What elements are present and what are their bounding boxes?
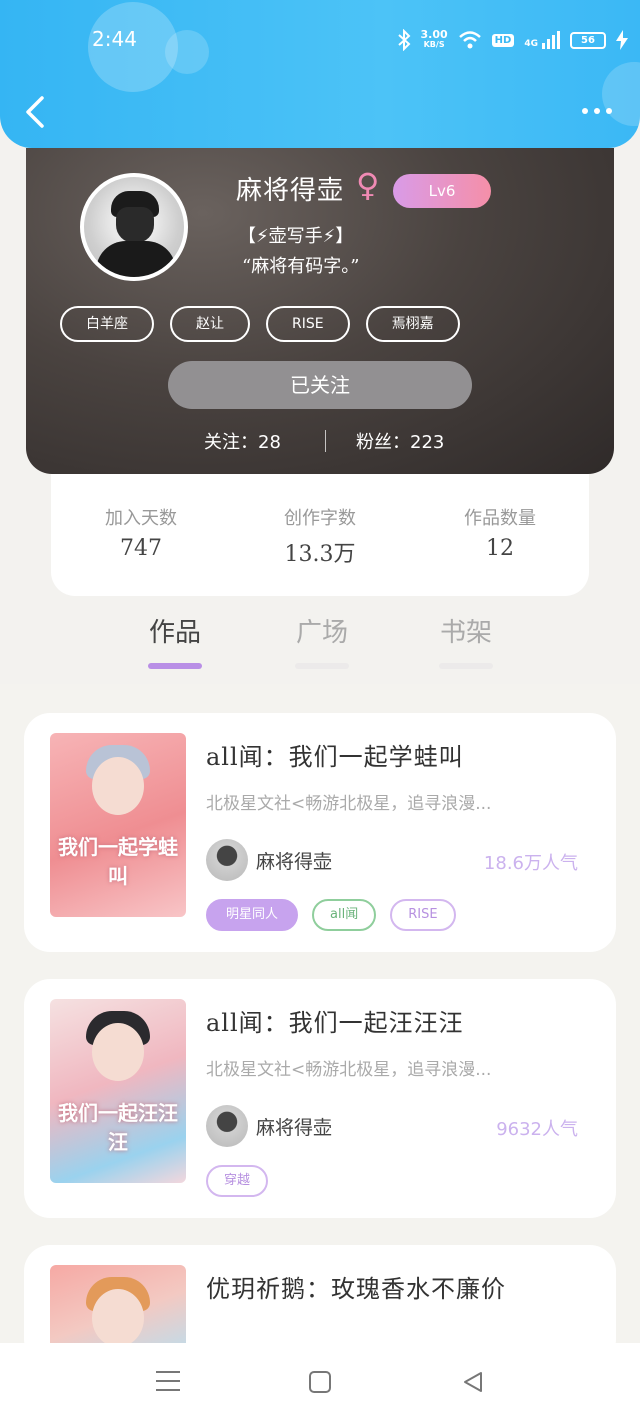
- menu-line: [156, 1389, 180, 1391]
- decor-bubble: [165, 30, 209, 74]
- cover-title: 我们一起汪汪汪: [58, 1101, 178, 1154]
- more-dot: [606, 108, 612, 114]
- profile-tag[interactable]: RISE: [266, 306, 350, 342]
- author-avatar: [206, 1105, 248, 1147]
- top-header: 2:44 3.00 KB/S HD 4G 56: [0, 0, 640, 148]
- signal-bar: [547, 39, 550, 49]
- work-title[interactable]: all闻：我们一起学蛙叫: [206, 737, 464, 772]
- divider: [325, 430, 326, 452]
- work-card[interactable]: 我们一起学蛙叫 all闻：我们一起学蛙叫 北极星文社<畅游北极星，追寻浪漫...…: [24, 713, 616, 952]
- more-options-button[interactable]: [582, 108, 612, 114]
- speed-value: 3.00: [420, 28, 448, 41]
- popularity-count: 9632人气: [496, 1119, 578, 1140]
- following-count[interactable]: 关注：28: [204, 428, 281, 454]
- writer-title-tag: 【⚡壶写手⚡】: [238, 226, 354, 247]
- profile-tag[interactable]: 焉栩嘉: [365, 306, 460, 342]
- work-author[interactable]: 麻将得壶: [206, 839, 332, 881]
- work-description: 北极星文社<畅游北极星，追寻浪漫...: [206, 794, 492, 814]
- work-description: 北极星文社<畅游北极星，追寻浪漫...: [206, 1060, 492, 1080]
- signal-bar: [542, 43, 545, 49]
- menu-line: [156, 1380, 180, 1382]
- work-cover[interactable]: 我们一起学蛙叫: [50, 733, 186, 917]
- speed-unit: KB/S: [423, 40, 445, 49]
- follow-button[interactable]: 已关注: [168, 361, 472, 409]
- network-type: 4G: [524, 39, 538, 49]
- tab-works[interactable]: 作品: [115, 612, 235, 669]
- tab-indicator: [148, 663, 202, 669]
- signal-bar: [552, 35, 555, 49]
- cover-title: 我们一起学蛙叫: [58, 835, 178, 888]
- stat-value: 13.3万: [284, 542, 356, 567]
- cover-art: [92, 1289, 144, 1347]
- username: 麻将得壶: [236, 176, 345, 206]
- avatar-face: [116, 207, 154, 243]
- bluetooth-icon: [397, 29, 410, 51]
- stat-label: 加入天数: [105, 508, 177, 529]
- work-tag[interactable]: 穿越: [206, 1165, 269, 1197]
- work-cover[interactable]: 我们一起汪汪汪: [50, 999, 186, 1183]
- wifi-icon: [458, 31, 481, 49]
- popularity-count: 18.6万人气: [483, 853, 578, 874]
- work-tag[interactable]: 明星同人: [206, 899, 299, 931]
- cover-art: [92, 757, 144, 815]
- tab-label: 作品: [148, 618, 201, 648]
- decor-bubble: [602, 62, 640, 126]
- author-avatar: [206, 839, 248, 881]
- battery-indicator: 56: [570, 31, 606, 49]
- system-navigation-bar: [0, 1343, 640, 1422]
- work-tags: 明星同人 all闻 RISE: [206, 899, 456, 931]
- author-name: 麻将得壶: [256, 1116, 333, 1139]
- work-title[interactable]: all闻：我们一起汪汪汪: [206, 1003, 464, 1038]
- status-icons: 3.00 KB/S HD 4G 56: [397, 25, 628, 55]
- back-triangle-icon[interactable]: [462, 1371, 484, 1393]
- signal-bar: [557, 31, 560, 49]
- menu-icon[interactable]: [156, 1371, 180, 1393]
- author-name: 麻将得壶: [256, 850, 333, 873]
- back-chevron-icon[interactable]: [22, 94, 52, 130]
- avatar-body: [96, 241, 176, 277]
- profile-tag[interactable]: 白羊座: [60, 306, 154, 342]
- work-author[interactable]: 麻将得壶: [206, 1105, 332, 1147]
- stat-word-count: 创作字数 13.3万: [230, 504, 410, 568]
- work-tags: 穿越: [206, 1165, 269, 1197]
- work-title[interactable]: 优玥祈鹅：玫瑰香水不廉价: [206, 1269, 506, 1304]
- profile-card: 麻将得壶 ♀ Lv6 【⚡壶写手⚡】 “麻将有码字。” 白羊座 赵让 RISE …: [26, 148, 614, 474]
- user-avatar[interactable]: [80, 173, 188, 281]
- work-tag[interactable]: all闻: [312, 899, 377, 931]
- status-time: 2:44: [92, 27, 137, 51]
- stat-works-count: 作品数量 12: [410, 504, 590, 561]
- stat-label: 创作字数: [284, 508, 356, 529]
- level-badge: Lv6: [393, 174, 491, 208]
- cellular-signal: 4G: [524, 31, 560, 49]
- user-signature: “麻将有码字。”: [242, 256, 360, 277]
- hd-badge: HD: [491, 33, 515, 47]
- more-dot: [594, 108, 600, 114]
- fans-count[interactable]: 粉丝：223: [356, 428, 444, 454]
- follow-counts: 关注：28 粉丝：223: [26, 428, 614, 454]
- tab-indicator: [439, 663, 493, 669]
- more-dot: [582, 108, 588, 114]
- charging-icon: [616, 30, 628, 50]
- work-card[interactable]: 我们一起汪汪汪 all闻：我们一起汪汪汪 北极星文社<畅游北极星，追寻浪漫...…: [24, 979, 616, 1218]
- stat-value: 12: [486, 536, 514, 561]
- tab-bookshelf[interactable]: 书架: [406, 612, 526, 669]
- stat-value: 747: [120, 536, 162, 561]
- profile-tags: 白羊座 赵让 RISE 焉栩嘉: [60, 306, 460, 342]
- tab-plaza[interactable]: 广场: [262, 612, 382, 669]
- profile-tag[interactable]: 赵让: [170, 306, 250, 342]
- stat-label: 作品数量: [464, 508, 536, 529]
- tab-label: 书架: [439, 618, 492, 648]
- work-tag[interactable]: RISE: [390, 899, 456, 931]
- menu-line: [156, 1371, 180, 1373]
- tab-indicator: [295, 663, 349, 669]
- stats-card: 加入天数 747 创作字数 13.3万 作品数量 12: [51, 474, 589, 596]
- home-square-icon[interactable]: [309, 1371, 331, 1393]
- network-speed: 3.00 KB/S: [420, 28, 448, 50]
- cover-art: [92, 1023, 144, 1081]
- female-gender-icon: ♀: [356, 166, 380, 204]
- stat-days-joined: 加入天数 747: [51, 504, 231, 561]
- tab-label: 广场: [295, 618, 348, 648]
